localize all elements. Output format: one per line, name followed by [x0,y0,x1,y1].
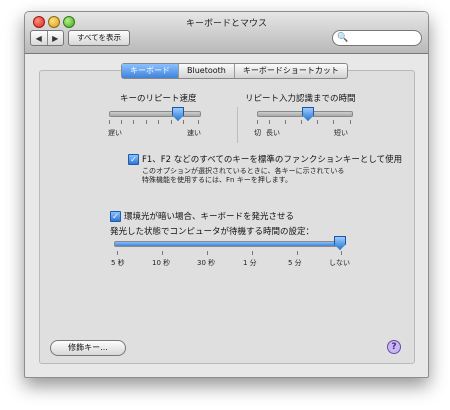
fn-keys-note-line2: 特殊機能を使用するには、Fn キーを押します。 [142,176,292,184]
show-all-button[interactable]: すべてを表示 [68,30,130,46]
preferences-window: キーボードとマウス ◀ ▶ すべてを表示 🔍 キーボード Bluetooth キ… [24,11,429,378]
timeout-5m-label: 5 分 [288,259,302,267]
key-repeat-ticks [109,120,199,124]
nav-buttons: ◀ ▶ [30,30,64,46]
tab-keyboard-shortcuts[interactable]: キーボードショートカット [233,64,347,78]
timeout-10s-label: 10 秒 [152,259,171,267]
back-arrow-icon[interactable]: ◀ [31,31,48,45]
tab-bar: キーボード Bluetooth キーボードショートカット [121,63,348,79]
backlight-checkbox[interactable]: ✓ [110,211,121,222]
fn-keys-checkbox[interactable]: ✓ [128,154,139,165]
timeout-5s-label: 5 秒 [111,259,125,267]
fn-keys-label[interactable]: F1、F2 などのすべてのキーを標準のファンクションキーとして使用 [142,153,402,165]
search-icon: 🔍 [337,33,349,43]
key-repeat-label: キーのリピート速度 [120,94,197,104]
slider-divider [237,107,238,143]
key-repeat-min-label: 遅い [108,129,122,137]
repeat-delay-off-label: 切 [254,129,261,137]
repeat-delay-ticks [257,120,351,124]
timeout-30s-label: 30 秒 [197,259,216,267]
key-repeat-max-label: 速い [187,129,201,137]
backlight-timeout-label: 発光した状態でコンピュータが待機する時間の設定： [110,227,315,237]
tab-keyboard[interactable]: キーボード [122,64,178,78]
title-bar: キーボードとマウス ◀ ▶ すべてを表示 🔍 [25,12,428,54]
key-repeat-slider-track[interactable] [109,111,201,117]
help-icon[interactable]: ? [387,340,401,354]
backlight-timeout-slider-track[interactable] [114,241,341,247]
repeat-delay-label: リピート入力認識までの時間 [245,94,356,104]
backlight-timeout-ticks [117,251,342,255]
timeout-1m-label: 1 分 [243,259,257,267]
minimize-window-button[interactable] [48,16,60,28]
window-title: キーボードとマウス [185,19,267,29]
zoom-window-button[interactable] [63,16,75,28]
close-window-button[interactable] [33,16,45,28]
timeout-never-label: しない [329,259,350,267]
forward-arrow-icon[interactable]: ▶ [48,31,64,45]
modifier-keys-button[interactable]: 修飾キー... [50,340,126,356]
search-field[interactable]: 🔍 [332,30,422,46]
repeat-delay-long-label: 長い [266,129,280,137]
repeat-delay-short-label: 短い [334,129,348,137]
backlight-label[interactable]: 環境光が暗い場合、キーボードを発光させる [124,210,294,222]
tab-bluetooth[interactable]: Bluetooth [178,64,234,78]
